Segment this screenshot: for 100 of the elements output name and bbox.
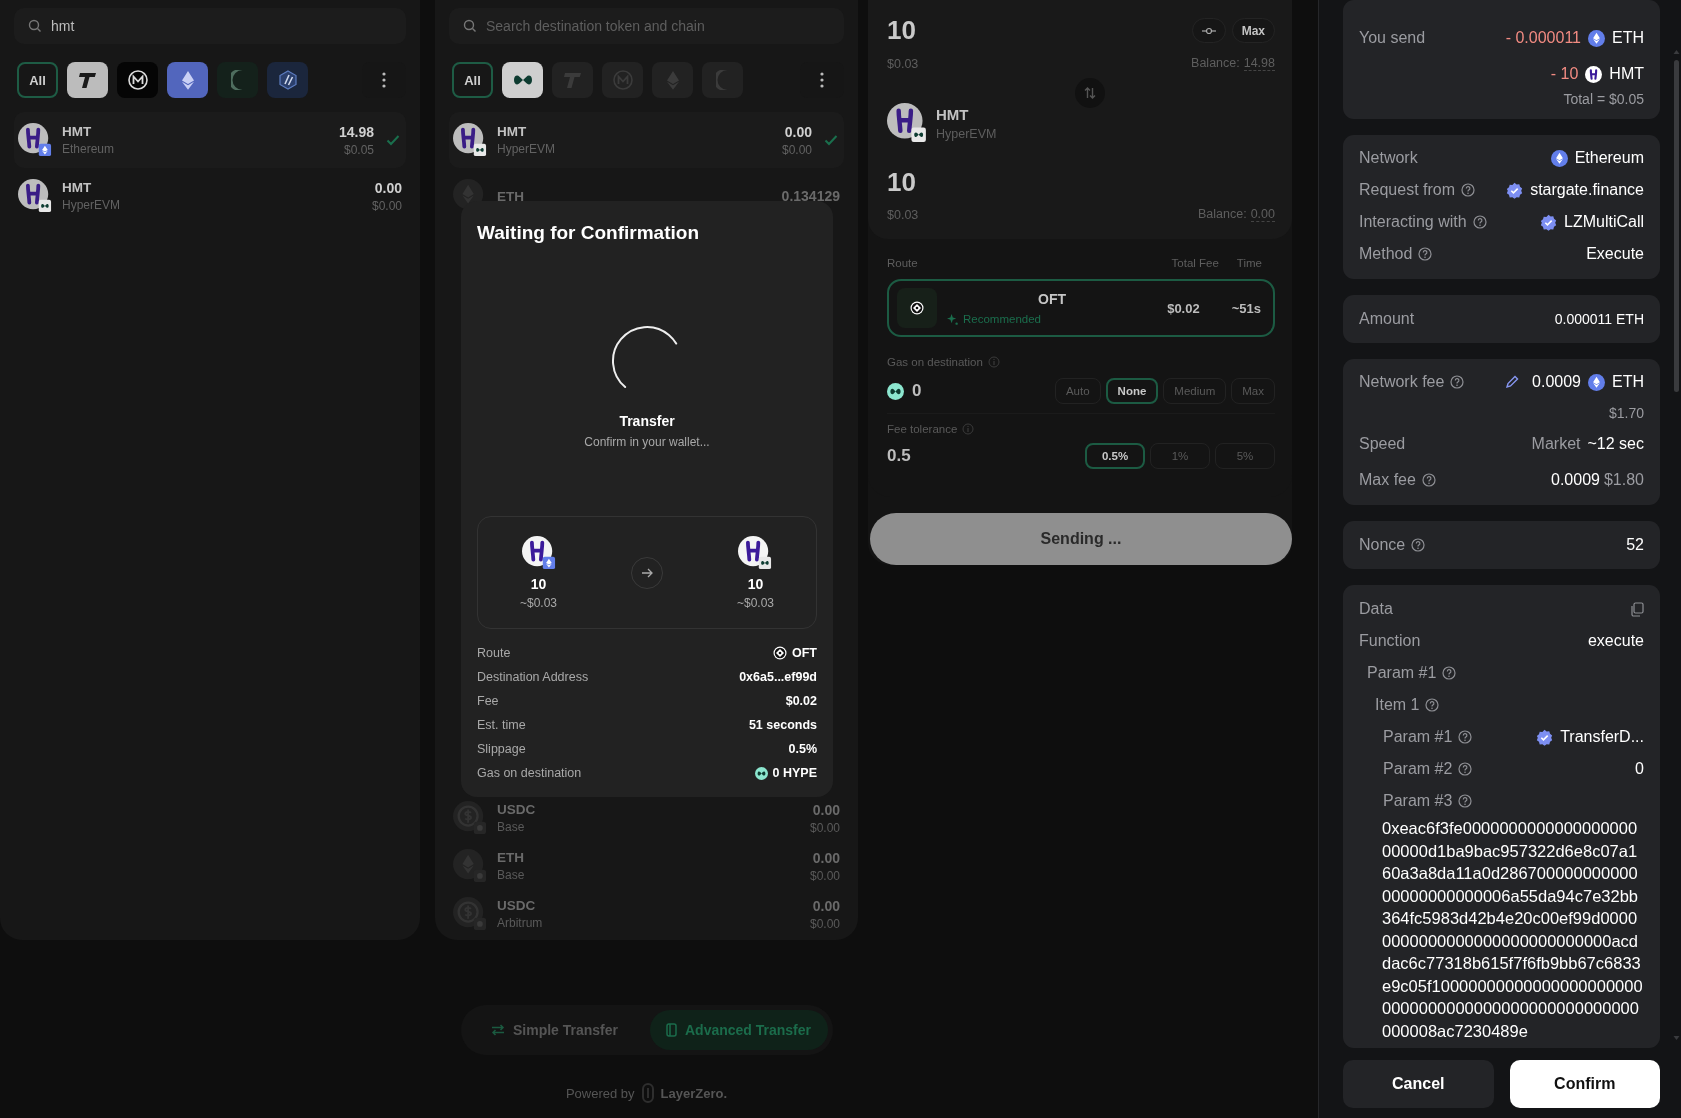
chain-filter-button[interactable] xyxy=(167,62,208,98)
token-balance: 0.134129 xyxy=(781,188,840,204)
param-value: TransferD... xyxy=(1560,728,1644,746)
token-symbol: HMT xyxy=(497,124,527,139)
token-symbol: ETH xyxy=(497,850,524,865)
send-amount: - 0.000011 xyxy=(1505,29,1581,47)
status-message: Confirm in your wallet... xyxy=(583,435,711,449)
fee-value: 0.0009 xyxy=(1532,373,1581,391)
param-label: Param #2 xyxy=(1383,760,1453,778)
detail-label: Fee xyxy=(477,694,499,708)
gas-value: 0 xyxy=(912,381,922,401)
slider-icon xyxy=(1201,26,1216,35)
swap-button[interactable] xyxy=(1075,78,1105,108)
token-symbol: HMT xyxy=(1609,65,1644,83)
hype-token-icon xyxy=(754,766,768,780)
chain-filter-button[interactable] xyxy=(117,62,158,98)
verified-badge-icon xyxy=(1506,181,1524,199)
sparkle-icon xyxy=(947,313,958,325)
token-icon xyxy=(453,801,487,835)
column-header: Total Fee xyxy=(1171,257,1219,269)
document-icon xyxy=(665,1023,677,1037)
token-value: ~$0.03 xyxy=(520,595,558,610)
info-icon xyxy=(962,423,975,435)
balance-value: 14.98 xyxy=(1243,56,1275,71)
param-label: Param #1 xyxy=(1383,728,1453,746)
column-header: Time xyxy=(1236,257,1262,269)
confirm-button[interactable]: Confirm xyxy=(1509,1060,1660,1108)
field-label: Method xyxy=(1359,245,1413,263)
cancel-button[interactable]: Cancel xyxy=(1343,1060,1494,1108)
token-row[interactable]: USDC Base 0.00 $0.00 xyxy=(449,794,844,842)
chain-filter-button[interactable] xyxy=(502,62,543,98)
max-button[interactable]: Max xyxy=(1231,18,1275,43)
token-balance: 0.00 xyxy=(812,849,840,866)
field-value: Ethereum xyxy=(1574,149,1644,167)
token-network: Base xyxy=(497,868,525,882)
slider-button[interactable] xyxy=(1191,18,1226,43)
token-row[interactable]: USDC Arbitrum 0.00 $0.00 xyxy=(449,890,844,938)
edit-icon[interactable] xyxy=(1505,375,1520,389)
search-field[interactable]: hmt xyxy=(14,8,406,44)
option-button[interactable]: None xyxy=(1105,378,1159,404)
field-value: 0.000011 ETH xyxy=(1554,311,1644,327)
amount-value: $0.03 xyxy=(887,56,919,71)
field-label: Nonce xyxy=(1359,536,1406,554)
field-label: Speed xyxy=(1359,435,1406,453)
field-value: Execute xyxy=(1586,245,1644,263)
copy-icon[interactable] xyxy=(1630,601,1644,617)
option-button[interactable]: 0.5% xyxy=(1085,443,1145,469)
swap-icon xyxy=(1084,86,1096,100)
arbitrum-icon xyxy=(276,69,299,91)
token-amount: 10 xyxy=(747,575,764,592)
token-value: $0.00 xyxy=(809,868,840,883)
detail-value: 51 seconds xyxy=(748,718,817,732)
token-network: Ethereum xyxy=(62,142,115,156)
token-row[interactable]: HMT HyperEVM 0.00 $0.00 xyxy=(449,112,844,168)
field-label: Network xyxy=(1359,149,1418,167)
info-icon xyxy=(987,356,1000,368)
max-fee-usd: $1.80 xyxy=(1603,471,1644,489)
detail-value: OFT xyxy=(792,646,817,660)
field-label: You send xyxy=(1359,29,1426,47)
param-value: 0xeac6f3fe000000000000000000000000d1ba9bac957322d6e8c07a160a3a8da11a0d28670000000000000000000000006a55da94c7e32bb364fc5983d42b4e20c00ef99d00000000000000000000000000000acddac6c77318b615f7f6fb9bb67c6833e9c05f100000000000000000000000000000000000000000000000000000008ac7230489e xyxy=(1381,818,1644,1042)
detail-label: Gas on destination xyxy=(477,766,582,780)
route-option[interactable]: OFT Recommended $0.02 ~51s xyxy=(887,279,1275,337)
ethereum-icon xyxy=(1588,29,1605,47)
token-symbol: HMT xyxy=(936,105,970,123)
field-value: stargate.finance xyxy=(1530,181,1644,199)
token-icon xyxy=(453,849,487,883)
token-network: Base xyxy=(497,820,525,834)
m-logo-icon xyxy=(611,69,634,91)
detail-label: Route xyxy=(477,646,511,660)
ethereum-icon xyxy=(1588,373,1605,391)
detail-value: 0 HYPE xyxy=(772,766,817,780)
more-icon xyxy=(820,72,824,88)
token-row[interactable]: HMT HyperEVM 0.00 $0.00 xyxy=(14,168,406,224)
token-row[interactable]: HMT Ethereum 14.98 $0.05 xyxy=(14,112,406,168)
ethereum-icon xyxy=(1550,149,1568,167)
hype-token-icon xyxy=(887,382,904,400)
detail-value: $0.02 xyxy=(785,694,817,708)
fee-usd-value: $1.70 xyxy=(1608,405,1644,421)
check-icon xyxy=(386,134,400,146)
speed-setting[interactable]: Market xyxy=(1531,435,1581,453)
chain-filter-button[interactable] xyxy=(67,62,108,98)
token-icon xyxy=(521,535,556,570)
token-value: $0.00 xyxy=(781,142,812,157)
swap-arrows-icon xyxy=(490,1024,505,1036)
chain-filter-button[interactable]: All xyxy=(452,62,493,98)
token-row[interactable]: ETH Base 0.00 $0.00 xyxy=(449,842,844,890)
oft-icon xyxy=(910,301,924,315)
hmt-token-icon xyxy=(1585,65,1603,83)
field-label: Gas on destination xyxy=(887,356,983,368)
token-icon xyxy=(738,535,773,570)
check-icon xyxy=(824,134,838,146)
field-label: Network fee xyxy=(1359,373,1445,391)
chain-filter-button[interactable]: All xyxy=(17,62,58,98)
powered-by-text: Powered by xyxy=(565,1085,635,1101)
layerzero-logo-icon xyxy=(641,1083,654,1103)
received-amount: 10 xyxy=(887,167,916,198)
balance-label: Balance: xyxy=(1191,56,1240,71)
detail-value: 0.5% xyxy=(788,742,817,756)
amount-input[interactable]: 10 xyxy=(887,15,916,46)
param-value: 0 xyxy=(1635,760,1644,778)
